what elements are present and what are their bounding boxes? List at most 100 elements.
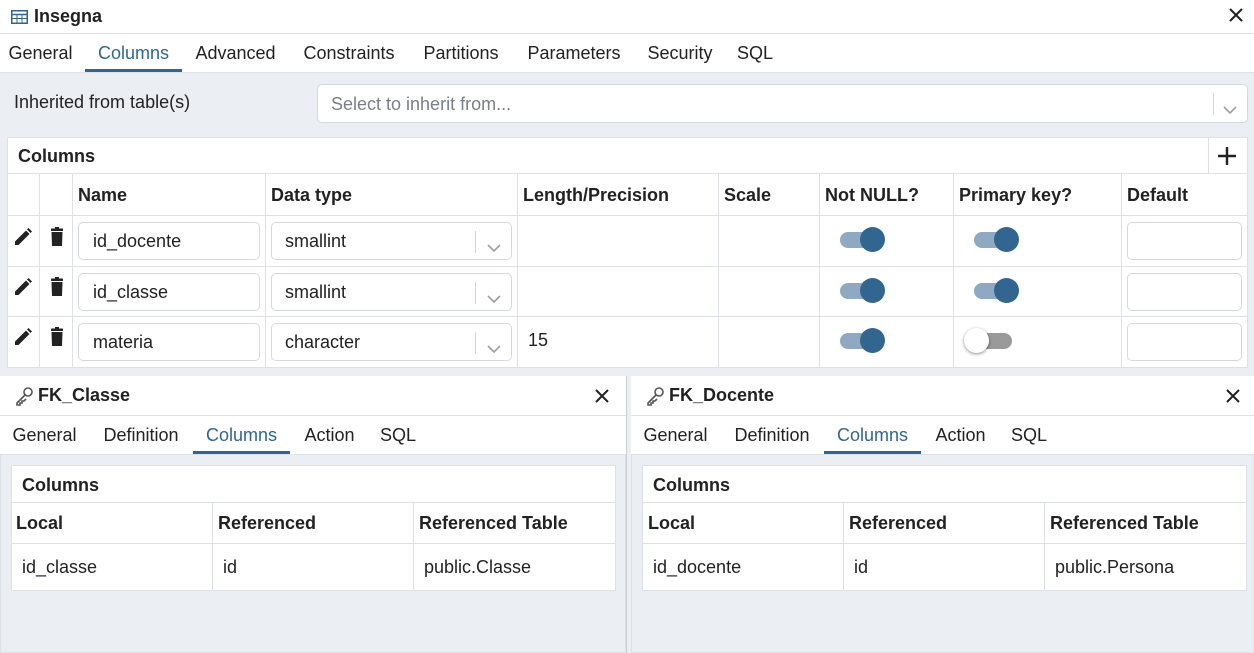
header-referenced: Referenced bbox=[218, 513, 317, 533]
tab-security[interactable]: Security bbox=[638, 34, 722, 72]
trash-icon[interactable] bbox=[47, 327, 67, 347]
header-scale: Scale bbox=[724, 185, 772, 205]
divider bbox=[8, 173, 1247, 174]
header-local: Local bbox=[648, 513, 696, 533]
tab-sql[interactable]: SQL bbox=[730, 34, 780, 72]
dialog-titlebar: Insegna bbox=[0, 0, 1254, 34]
plus-icon[interactable] bbox=[1216, 145, 1238, 167]
divider bbox=[517, 174, 518, 367]
chevron-down-icon[interactable] bbox=[487, 237, 501, 253]
trash-icon[interactable] bbox=[47, 277, 67, 297]
divider bbox=[12, 502, 615, 503]
header-referenced-table: Referenced Table bbox=[1050, 513, 1199, 533]
tab-general[interactable]: General bbox=[637, 416, 714, 454]
not-null-toggle[interactable] bbox=[840, 326, 886, 354]
divider bbox=[8, 266, 1247, 267]
tab-columns[interactable]: Columns bbox=[193, 416, 290, 454]
dialog-title: Insegna bbox=[34, 6, 103, 26]
close-icon[interactable] bbox=[1223, 386, 1243, 406]
header-referenced-table: Referenced Table bbox=[419, 513, 568, 533]
default-input[interactable] bbox=[1127, 323, 1242, 361]
columns-panel-title: Columns bbox=[18, 146, 96, 166]
edit-icon[interactable] bbox=[13, 227, 33, 247]
tab-general[interactable]: General bbox=[0, 34, 81, 72]
tab-columns[interactable]: Columns bbox=[824, 416, 921, 454]
divider bbox=[39, 174, 40, 367]
referenced-cell: id bbox=[854, 557, 869, 577]
tab-action[interactable]: Action bbox=[293, 416, 366, 454]
main-tabbar: General Columns Advanced Constraints Par… bbox=[0, 34, 1254, 73]
local-cell: id_classe bbox=[22, 557, 98, 577]
divider bbox=[12, 543, 615, 544]
not-null-toggle[interactable] bbox=[840, 225, 886, 253]
table-icon bbox=[11, 9, 28, 24]
primary-key-toggle[interactable] bbox=[974, 276, 1020, 304]
column-name-input[interactable]: materia bbox=[78, 323, 260, 361]
tab-sql[interactable]: SQL bbox=[373, 416, 423, 454]
edit-icon[interactable] bbox=[13, 327, 33, 347]
divider bbox=[8, 215, 1247, 216]
default-input[interactable] bbox=[1127, 273, 1242, 311]
tab-advanced[interactable]: Advanced bbox=[186, 34, 285, 72]
tab-general[interactable]: General bbox=[6, 416, 83, 454]
tab-sql[interactable]: SQL bbox=[1004, 416, 1054, 454]
column-name-input[interactable]: id_classe bbox=[78, 273, 260, 311]
splitter[interactable] bbox=[626, 376, 627, 653]
column-name-input[interactable]: id_docente bbox=[78, 222, 260, 260]
divider bbox=[1121, 174, 1122, 367]
tab-definition[interactable]: Definition bbox=[93, 416, 189, 454]
inherit-placeholder: Select to inherit from... bbox=[331, 94, 512, 114]
select-separator bbox=[475, 282, 476, 304]
data-type-select[interactable]: character bbox=[271, 323, 512, 361]
header-name: Name bbox=[78, 185, 128, 205]
divider bbox=[953, 174, 954, 367]
tab-partitions[interactable]: Partitions bbox=[413, 34, 509, 72]
fk-docente-columns-title: Columns bbox=[653, 475, 731, 495]
divider bbox=[8, 316, 1247, 317]
fk-classe-tabbar: General Definition Columns Action SQL bbox=[0, 416, 626, 455]
trash-icon[interactable] bbox=[47, 227, 67, 247]
chevron-down-icon[interactable] bbox=[487, 288, 501, 304]
toggle-knob bbox=[860, 328, 885, 353]
chevron-down-icon[interactable] bbox=[1223, 99, 1237, 115]
header-not-null: Not NULL? bbox=[825, 185, 919, 205]
tab-parameters[interactable]: Parameters bbox=[518, 34, 630, 72]
divider bbox=[1044, 503, 1045, 590]
header-referenced: Referenced bbox=[849, 513, 948, 533]
toggle-knob bbox=[964, 328, 989, 353]
close-icon[interactable] bbox=[1226, 5, 1246, 25]
tab-definition[interactable]: Definition bbox=[724, 416, 820, 454]
edit-icon[interactable] bbox=[13, 277, 33, 297]
not-null-toggle[interactable] bbox=[840, 276, 886, 304]
toggle-knob bbox=[860, 227, 885, 252]
divider bbox=[413, 503, 414, 590]
fk-docente-title: FK_Docente bbox=[669, 385, 775, 405]
header-default: Default bbox=[1127, 185, 1189, 205]
primary-key-toggle[interactable] bbox=[974, 225, 1020, 253]
divider bbox=[843, 503, 844, 590]
divider bbox=[643, 543, 1246, 544]
tab-constraints[interactable]: Constraints bbox=[293, 34, 405, 72]
divider bbox=[72, 174, 73, 367]
chevron-down-icon[interactable] bbox=[487, 338, 501, 354]
header-data-type: Data type bbox=[271, 185, 353, 205]
divider bbox=[643, 502, 1246, 503]
local-cell: id_docente bbox=[653, 557, 742, 577]
inherit-label: Inherited from table(s) bbox=[14, 92, 191, 112]
length-value[interactable]: 15 bbox=[528, 330, 548, 351]
default-input[interactable] bbox=[1127, 222, 1242, 260]
divider bbox=[1208, 138, 1209, 173]
select-separator bbox=[475, 231, 476, 253]
data-type-select[interactable]: smallint bbox=[271, 273, 512, 311]
data-type-select[interactable]: smallint bbox=[271, 222, 512, 260]
data-type-value: smallint bbox=[285, 231, 347, 251]
tab-columns[interactable]: Columns bbox=[85, 34, 182, 72]
inherit-select[interactable]: Select to inherit from... bbox=[317, 84, 1248, 123]
divider bbox=[212, 503, 213, 590]
key-icon bbox=[645, 386, 665, 406]
tab-action[interactable]: Action bbox=[924, 416, 997, 454]
divider bbox=[265, 174, 266, 367]
close-icon[interactable] bbox=[592, 386, 612, 406]
fk-docente-tabbar: General Definition Columns Action SQL bbox=[631, 416, 1254, 455]
primary-key-toggle[interactable] bbox=[964, 326, 1012, 354]
